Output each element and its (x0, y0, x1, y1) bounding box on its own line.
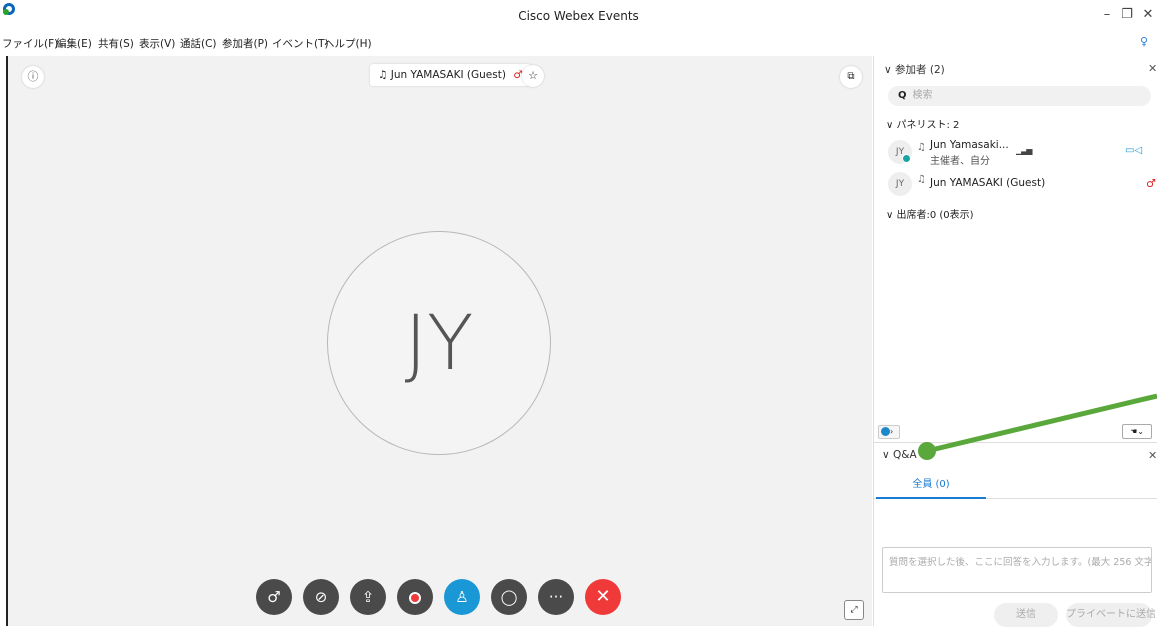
qa-tabs: 全員 (0) (874, 475, 1157, 499)
record-icon (409, 591, 421, 604)
qa-title: Q&A (893, 449, 917, 461)
participants-icon: ♙ (455, 588, 469, 606)
pin-icon[interactable]: ☆ (522, 65, 544, 87)
window-title: Cisco Webex Events (518, 9, 639, 23)
webex-window: Cisco Webex Events – ❐ ✕ ファイル(F) 編集(E) 共… (0, 0, 1157, 627)
chevron-down-icon: ∨ (886, 210, 897, 221)
signal-strength-icon: ▁▃▅ (1016, 146, 1033, 155)
participants-panel: ∨ 参加者 (2) ✕ Q 検索 ∨ パネリスト: 2 JY ♫ Jun Yama… (873, 56, 1157, 627)
chevron-down-icon: › (890, 427, 894, 436)
menu-call[interactable]: 通話(C) (180, 36, 217, 51)
search-icon: Q (898, 90, 907, 101)
video-stage: ⓘ ♫ Jun YAMASAKI (Guest) ♂ ☆ ⧉ JY ♂ ⊘ ⇪ … (8, 56, 872, 626)
chevron-down-icon: ∨ (884, 64, 896, 76)
active-speaker-label: ♫ Jun YAMASAKI (Guest) ♂ (370, 64, 531, 86)
record-button[interactable] (397, 579, 433, 615)
info-icon[interactable]: ⓘ (22, 66, 44, 88)
chevron-down-icon: ∨ (886, 120, 897, 131)
help-person-icon[interactable]: ♀ (1140, 35, 1148, 48)
expand-icon[interactable]: ⤢ (844, 600, 864, 620)
close-icon: ✕ (595, 586, 611, 607)
close-icon[interactable]: ✕ (1148, 62, 1157, 75)
qa-panel-header[interactable]: ∨ Q&A (882, 449, 917, 461)
status-toggle[interactable]: › (878, 425, 900, 439)
participants-button[interactable]: ♙ (444, 579, 480, 615)
active-speaker-name: Jun YAMASAKI (Guest) (390, 69, 506, 81)
attendees-section[interactable]: ∨ 出席者:0 (0表示) (886, 206, 974, 221)
leave-button[interactable]: ✕ (585, 579, 621, 615)
menu-file[interactable]: ファイル(F) (2, 36, 58, 51)
tab-all[interactable]: 全員 (0) (876, 475, 986, 499)
panelists-section[interactable]: ∨ パネリスト: 2 (886, 116, 959, 131)
layout-icon[interactable]: ⧉ (840, 66, 862, 88)
menu-view[interactable]: 表示(V) (139, 36, 175, 51)
more-icon: ··· (548, 588, 564, 606)
menu-share[interactable]: 共有(S) (98, 36, 134, 51)
video-off-icon: ⊘ (314, 588, 328, 606)
participant-search-input[interactable]: Q 検索 (888, 86, 1151, 106)
menu-bar: ファイル(F) 編集(E) 共有(S) 表示(V) 通話(C) 参加者(P) イ… (0, 32, 1157, 54)
chat-button[interactable]: ◯ (491, 579, 527, 615)
audio-icon: ♫ (378, 69, 388, 81)
close-icon[interactable]: ✕ (1148, 449, 1157, 462)
maximize-icon[interactable]: ❐ (1118, 6, 1136, 24)
participants-count: 参加者 (2) (895, 64, 945, 76)
chevron-down-icon: ⌄ (1137, 427, 1144, 436)
participants-panel-header[interactable]: ∨ 参加者 (2) (884, 62, 945, 77)
menu-edit[interactable]: 編集(E) (56, 36, 92, 51)
qa-answer-input[interactable]: 質問を選択した後、ここに回答を入力します。(最大 256 文字) (882, 547, 1152, 593)
camera-icon[interactable]: ▭◁ (1125, 145, 1142, 156)
search-placeholder: 検索 (912, 90, 933, 101)
private-send-button[interactable]: プライベートに送信... (1066, 603, 1157, 627)
share-icon: ⇪ (361, 588, 375, 606)
mic-off-icon: ♂ (267, 588, 281, 606)
participant-row[interactable]: JY ♫ Jun YAMASAKI (Guest) ♂ (888, 168, 1156, 200)
send-button[interactable]: 送信 (994, 603, 1058, 627)
video-button[interactable]: ⊘ (303, 579, 339, 615)
participant-row[interactable]: JY ♫ Jun Yamasaki... 主催者、自分 ▁▃▅ ▭◁ (888, 136, 1156, 168)
mute-button[interactable]: ♂ (256, 579, 292, 615)
participant-name: Jun Yamasaki... (930, 139, 1009, 151)
status-dot-icon (902, 154, 911, 163)
chat-icon: ◯ (500, 588, 518, 606)
participant-role: 主催者、自分 (930, 156, 990, 167)
share-button[interactable]: ⇪ (350, 579, 386, 615)
qa-panel: ∨ Q&A ✕ 全員 (0) 質問を選択した後、ここに回答を入力します。(最大 … (874, 442, 1157, 627)
chevron-down-icon: ∨ (882, 449, 894, 461)
raise-hand-menu[interactable]: ☚⌄ (1122, 424, 1152, 439)
mic-muted-icon[interactable]: ♂ (1146, 177, 1156, 190)
menu-event[interactable]: イベント(T) (272, 36, 329, 51)
more-button[interactable]: ··· (538, 579, 574, 615)
audio-icon: ♫ (917, 174, 926, 185)
speaker-avatar: JY (327, 231, 551, 455)
title-bar: Cisco Webex Events – ❐ ✕ (0, 0, 1157, 32)
menu-help[interactable]: ヘルプ(H) (324, 36, 372, 51)
avatar: JY (888, 172, 912, 196)
globe-icon (881, 427, 890, 436)
panelists-label: パネリスト: 2 (896, 120, 960, 131)
audio-icon: ♫ (917, 142, 926, 153)
close-icon[interactable]: ✕ (1139, 6, 1157, 24)
avatar-initials: JY (895, 179, 905, 189)
attendees-label: 出席者:0 (0表示) (896, 210, 974, 221)
avatar: JY (888, 140, 912, 164)
participant-name: Jun YAMASAKI (Guest) (930, 177, 1046, 189)
menu-participants[interactable]: 参加者(P) (222, 36, 268, 51)
minimize-icon[interactable]: – (1098, 6, 1116, 24)
